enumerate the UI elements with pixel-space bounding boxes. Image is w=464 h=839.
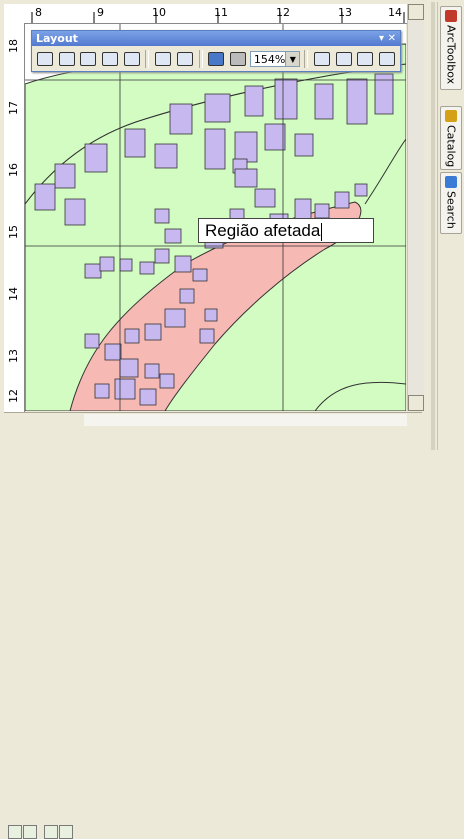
ruler-label: 17	[7, 101, 20, 115]
data-driven-pages-button[interactable]	[377, 49, 397, 69]
ruler-label: 12	[7, 389, 20, 403]
ruler-label: 18	[7, 39, 20, 53]
text-caret	[321, 222, 323, 241]
horizontal-ruler: 8 9 10 11 12 13 14	[24, 4, 422, 24]
ruler-label: 9	[97, 6, 104, 19]
pan-hand-icon	[80, 52, 97, 66]
catalog-icon	[445, 110, 457, 122]
ruler-label: 16	[7, 163, 20, 177]
catalog-tab-label: Catalog	[444, 125, 458, 168]
vertical-ruler: 18 17 16 15 14 13 12	[4, 23, 25, 413]
catalog-tab[interactable]: Catalog	[440, 106, 462, 170]
fixed-zoom-out-button[interactable]	[175, 49, 195, 69]
forward-extent-button[interactable]	[228, 49, 248, 69]
zoom-100-button[interactable]	[122, 49, 142, 69]
text-element-affected-region[interactable]: Região afetada	[198, 218, 374, 243]
ruler-corner	[4, 4, 25, 24]
focus-frame-icon	[335, 52, 352, 66]
ruler-label: 11	[214, 6, 228, 19]
back-extent-button[interactable]	[207, 49, 227, 69]
ruler-label: 14	[7, 287, 20, 301]
zoom-in-icon	[36, 52, 53, 66]
window-splitter[interactable]	[431, 2, 435, 450]
ruler-label: 10	[152, 6, 166, 19]
zoom-100-icon	[123, 52, 140, 66]
search-tab[interactable]: Search	[440, 172, 462, 234]
scroll-down-button[interactable]	[408, 395, 424, 411]
status-strip	[4, 412, 422, 839]
zoom-whole-page-button[interactable]	[100, 49, 120, 69]
fixed-zoom-out-icon	[176, 52, 193, 66]
arctoolbox-tab-label: ArcToolbox	[444, 25, 458, 85]
zoom-level-value: 154%	[253, 52, 286, 66]
layout-toolbar[interactable]: Layout ▾ ✕ 154% ▼	[31, 30, 401, 72]
arctoolbox-icon	[445, 10, 457, 22]
arctoolbox-tab[interactable]: ArcToolbox	[440, 6, 462, 90]
change-layout-button[interactable]	[356, 49, 376, 69]
toolbar-close-icon[interactable]: ✕	[388, 31, 396, 46]
toolbar-separator	[198, 50, 203, 68]
pan-button[interactable]	[78, 49, 98, 69]
toolbar-titlebar[interactable]: Layout ▾ ✕	[32, 31, 400, 46]
search-tab-label: Search	[444, 191, 458, 229]
fixed-zoom-in-button[interactable]	[153, 49, 173, 69]
back-arrow-icon	[208, 52, 225, 66]
ruler-label: 13	[338, 6, 352, 19]
zoom-out-icon	[58, 52, 75, 66]
toolbar-title: Layout	[36, 32, 78, 45]
ruler-label: 13	[7, 349, 20, 363]
change-layout-icon	[357, 52, 374, 66]
layout-view-button[interactable]	[23, 825, 37, 839]
horizontal-scrollbar[interactable]	[84, 414, 407, 426]
search-icon	[445, 176, 457, 188]
toggle-draft-mode-button[interactable]	[312, 49, 332, 69]
scroll-up-button[interactable]	[408, 4, 424, 20]
ruler-label: 8	[35, 6, 42, 19]
docked-windows-bar: ArcToolbox Catalog Search	[437, 2, 462, 450]
toolbar-menu-icon[interactable]: ▾	[379, 31, 384, 46]
toolbar-separator	[145, 50, 150, 68]
ruler-label: 15	[7, 225, 20, 239]
pause-drawing-icon[interactable]	[59, 825, 73, 839]
draft-mode-icon	[314, 52, 331, 66]
chevron-down-icon[interactable]: ▼	[285, 52, 300, 66]
whole-page-icon	[101, 52, 118, 66]
toolbar-separator	[304, 50, 309, 68]
zoom-out-button[interactable]	[57, 49, 77, 69]
vertical-scrollbar[interactable]	[407, 4, 424, 411]
ruler-label: 12	[276, 6, 290, 19]
forward-arrow-icon	[230, 52, 247, 66]
refresh-icon[interactable]	[44, 825, 58, 839]
ruler-label: 14	[388, 6, 402, 19]
text-element-value: Região afetada	[205, 221, 321, 240]
fixed-zoom-in-icon	[155, 52, 172, 66]
focus-data-frame-button[interactable]	[334, 49, 354, 69]
zoom-level-select[interactable]: 154% ▼	[249, 51, 301, 67]
zoom-in-button[interactable]	[35, 49, 55, 69]
data-driven-pages-icon	[379, 52, 396, 66]
data-view-button[interactable]	[8, 825, 22, 839]
